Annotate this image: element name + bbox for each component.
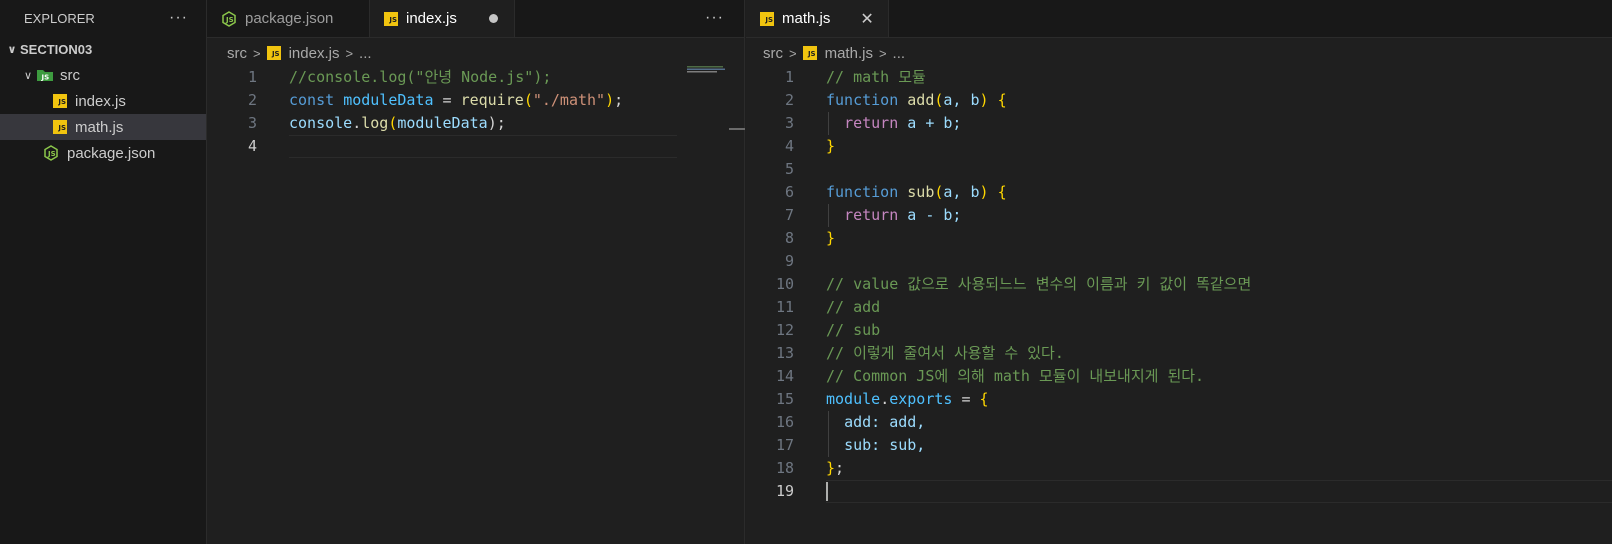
file-label: package.json xyxy=(67,144,156,162)
chevron-down-icon: ∨ xyxy=(7,43,17,56)
code-area-math[interactable]: 1// math 모듈 2 function add(a, b) { 3 retu… xyxy=(744,66,1251,503)
tab-package-json[interactable]: JS package.json xyxy=(207,0,370,37)
code-line: 19 xyxy=(744,480,1251,503)
minimap[interactable] xyxy=(687,66,727,74)
close-icon[interactable]: ✕ xyxy=(860,9,873,29)
code-line: 11// add xyxy=(775,298,881,316)
js-folder-icon: JS xyxy=(36,68,54,82)
code-line: 17 sub: sub, xyxy=(775,436,926,454)
more-actions-icon[interactable]: ··· xyxy=(169,9,188,27)
folder-label: SECTION03 xyxy=(20,41,93,57)
breadcrumb: src > JS math.js > ... xyxy=(746,38,1612,68)
chevron-right-icon: > xyxy=(345,45,354,61)
code-line: 18}; xyxy=(775,459,845,477)
breadcrumb-file[interactable]: math.js xyxy=(825,45,873,62)
code-line: 2 function add(a, b) { xyxy=(784,91,1007,109)
tab-index-js[interactable]: JS index.js xyxy=(370,0,515,37)
file-package-json[interactable]: JS package.json xyxy=(0,140,206,166)
folder-src[interactable]: ∨ JS src xyxy=(0,62,206,88)
tab-label: index.js xyxy=(406,10,457,27)
code-line: 2 const moduleData = require("./math"); xyxy=(247,91,624,109)
editor-group-right: JS math.js ✕ src > JS math.js > ... 1// … xyxy=(746,0,1612,544)
explorer-sidebar: EXPLORER ··· ∨ SECTION03 ∨ JS src JS ind… xyxy=(0,0,207,544)
js-file-icon: JS xyxy=(53,94,67,108)
code-line: 3 console.log(moduleData); xyxy=(247,114,506,132)
nodejs-icon: JS xyxy=(221,10,237,27)
tab-bar: JS math.js ✕ xyxy=(746,0,1612,38)
file-index-js[interactable]: JS index.js xyxy=(0,88,206,114)
breadcrumb-file[interactable]: index.js xyxy=(289,45,340,62)
code-line: 10// value 값으로 사용되느느 변수의 이름과 키 값이 똑같으면 xyxy=(775,275,1252,293)
chevron-right-icon: > xyxy=(789,45,797,61)
code-line: 1//console.log("안녕 Node.js"); xyxy=(247,68,552,86)
nodejs-icon: JS xyxy=(43,145,59,161)
code-line: 13// 이렇게 줄여서 사용할 수 있다. xyxy=(775,344,1064,362)
js-file-icon: JS xyxy=(384,11,398,26)
svg-text:JS: JS xyxy=(47,150,56,158)
chevron-right-icon: > xyxy=(878,45,887,61)
more-actions-icon[interactable]: ··· xyxy=(705,9,724,27)
folder-section03[interactable]: ∨ SECTION03 xyxy=(0,36,206,62)
file-label: math.js xyxy=(75,118,124,136)
code-line: 16 add: add, xyxy=(775,413,926,431)
file-label: index.js xyxy=(75,92,126,110)
breadcrumb-folder[interactable]: src xyxy=(763,45,783,62)
tab-label: package.json xyxy=(245,10,334,27)
breadcrumb: src > JS index.js > ... xyxy=(207,38,744,68)
code-area-index[interactable]: 1//console.log("안녕 Node.js"); 2 const mod… xyxy=(207,66,623,158)
unsaved-dot-icon[interactable] xyxy=(488,14,498,23)
scrollbar-marker[interactable] xyxy=(729,128,745,130)
js-file-icon: JS xyxy=(266,46,281,60)
js-file-icon: JS xyxy=(802,46,817,60)
editor-group-left: JS package.json JS index.js ··· src > JS… xyxy=(207,0,745,544)
code-line: 8} xyxy=(784,229,836,247)
js-file-icon: JS xyxy=(760,11,774,26)
explorer-header: EXPLORER ··· xyxy=(0,0,206,36)
js-file-icon: JS xyxy=(53,120,67,134)
svg-text:JS: JS xyxy=(41,74,50,82)
code-line: 7 return a - b; xyxy=(784,206,962,224)
file-math-js[interactable]: JS math.js xyxy=(0,114,206,140)
tab-math-js[interactable]: JS math.js ✕ xyxy=(746,0,889,37)
code-line: 3 return a + b; xyxy=(784,114,962,132)
svg-text:JS: JS xyxy=(225,16,234,24)
code-line: 9 xyxy=(784,252,794,270)
text-cursor xyxy=(826,482,828,501)
tab-label: math.js xyxy=(782,10,831,27)
breadcrumb-folder[interactable]: src xyxy=(227,45,247,62)
code-line: 4 xyxy=(247,137,257,155)
tab-bar: JS package.json JS index.js ··· xyxy=(207,0,744,38)
code-line: 4} xyxy=(784,137,836,155)
code-line: 5 xyxy=(784,160,794,178)
chevron-right-icon: > xyxy=(253,45,261,61)
breadcrumb-symbol[interactable]: ... xyxy=(893,45,906,62)
code-line: 12// sub xyxy=(775,321,881,339)
explorer-title: EXPLORER xyxy=(24,10,95,26)
folder-label: src xyxy=(60,66,80,84)
code-line: 14// Common JS에 의해 math 모듈이 내보내지게 된다. xyxy=(775,367,1205,385)
chevron-down-icon: ∨ xyxy=(23,69,33,82)
breadcrumb-symbol[interactable]: ... xyxy=(359,45,372,62)
code-line: 6 function sub(a, b) { xyxy=(784,183,1007,201)
code-line: 1// math 모듈 xyxy=(784,68,926,86)
code-line: 15 module.exports = { xyxy=(775,390,989,408)
